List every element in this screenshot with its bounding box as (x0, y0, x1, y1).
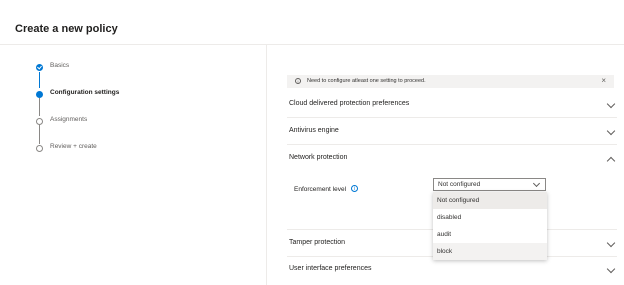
step-connector (39, 125, 40, 144)
section-title: Cloud delivered protection preferences (289, 100, 410, 107)
chevron-down-icon (606, 264, 616, 274)
step-label: Review + create (50, 143, 97, 150)
step-pending-icon (36, 145, 43, 152)
close-icon[interactable]: × (601, 76, 606, 85)
configuration-pane: i Need to configure atleast one setting … (267, 45, 624, 285)
step-connector (39, 98, 40, 116)
step-pending-icon (36, 118, 43, 125)
section-title: Network protection (289, 154, 348, 161)
option-label: block (437, 248, 453, 255)
chevron-down-icon (606, 99, 616, 109)
dropdown-option-block[interactable]: block (433, 243, 547, 260)
option-label: Not configured (437, 197, 480, 204)
step-label: Basics (50, 62, 70, 69)
step-current-icon (36, 91, 43, 98)
section-antivirus-engine[interactable]: Antivirus engine (287, 118, 617, 145)
step-connector (39, 72, 40, 88)
section-title: Antivirus engine (289, 127, 339, 134)
section-title: User interface preferences (289, 265, 372, 272)
step-complete-icon (36, 64, 43, 71)
dropdown-option-disabled[interactable]: disabled (433, 209, 547, 226)
dropdown-selected-value: Not configured (438, 181, 481, 188)
info-message: Need to configure atleast one setting to… (307, 78, 426, 84)
enforcement-level-label: Enforcement level (294, 186, 347, 193)
page-title: Create a new policy (15, 23, 118, 35)
step-label: Configuration settings (50, 89, 120, 96)
option-label: disabled (437, 214, 462, 221)
chevron-up-icon (606, 156, 616, 166)
dropdown-option-not-configured[interactable]: Not configured (433, 192, 547, 209)
option-label: audit (437, 231, 452, 238)
info-icon[interactable]: i (351, 185, 358, 192)
chevron-down-icon (606, 126, 616, 136)
info-icon: i (295, 78, 301, 84)
enforcement-level-dropdown[interactable]: Not configured (433, 178, 546, 191)
header-bar: Create a new policy (0, 0, 624, 45)
section-network-protection[interactable]: Network protection (287, 145, 617, 171)
chevron-down-icon (606, 238, 616, 248)
wizard-steps-pane: Basics Configuration settings Assignment… (0, 45, 267, 285)
info-message-bar: i Need to configure atleast one setting … (287, 75, 614, 88)
dropdown-option-audit[interactable]: audit (433, 226, 547, 243)
section-cloud-delivered-protection[interactable]: Cloud delivered protection preferences (287, 91, 617, 118)
section-title: Tamper protection (289, 239, 346, 246)
chevron-down-icon (532, 179, 541, 188)
enforcement-level-options: Not configured disabled audit block (433, 192, 547, 260)
step-label: Assignments (50, 116, 88, 123)
